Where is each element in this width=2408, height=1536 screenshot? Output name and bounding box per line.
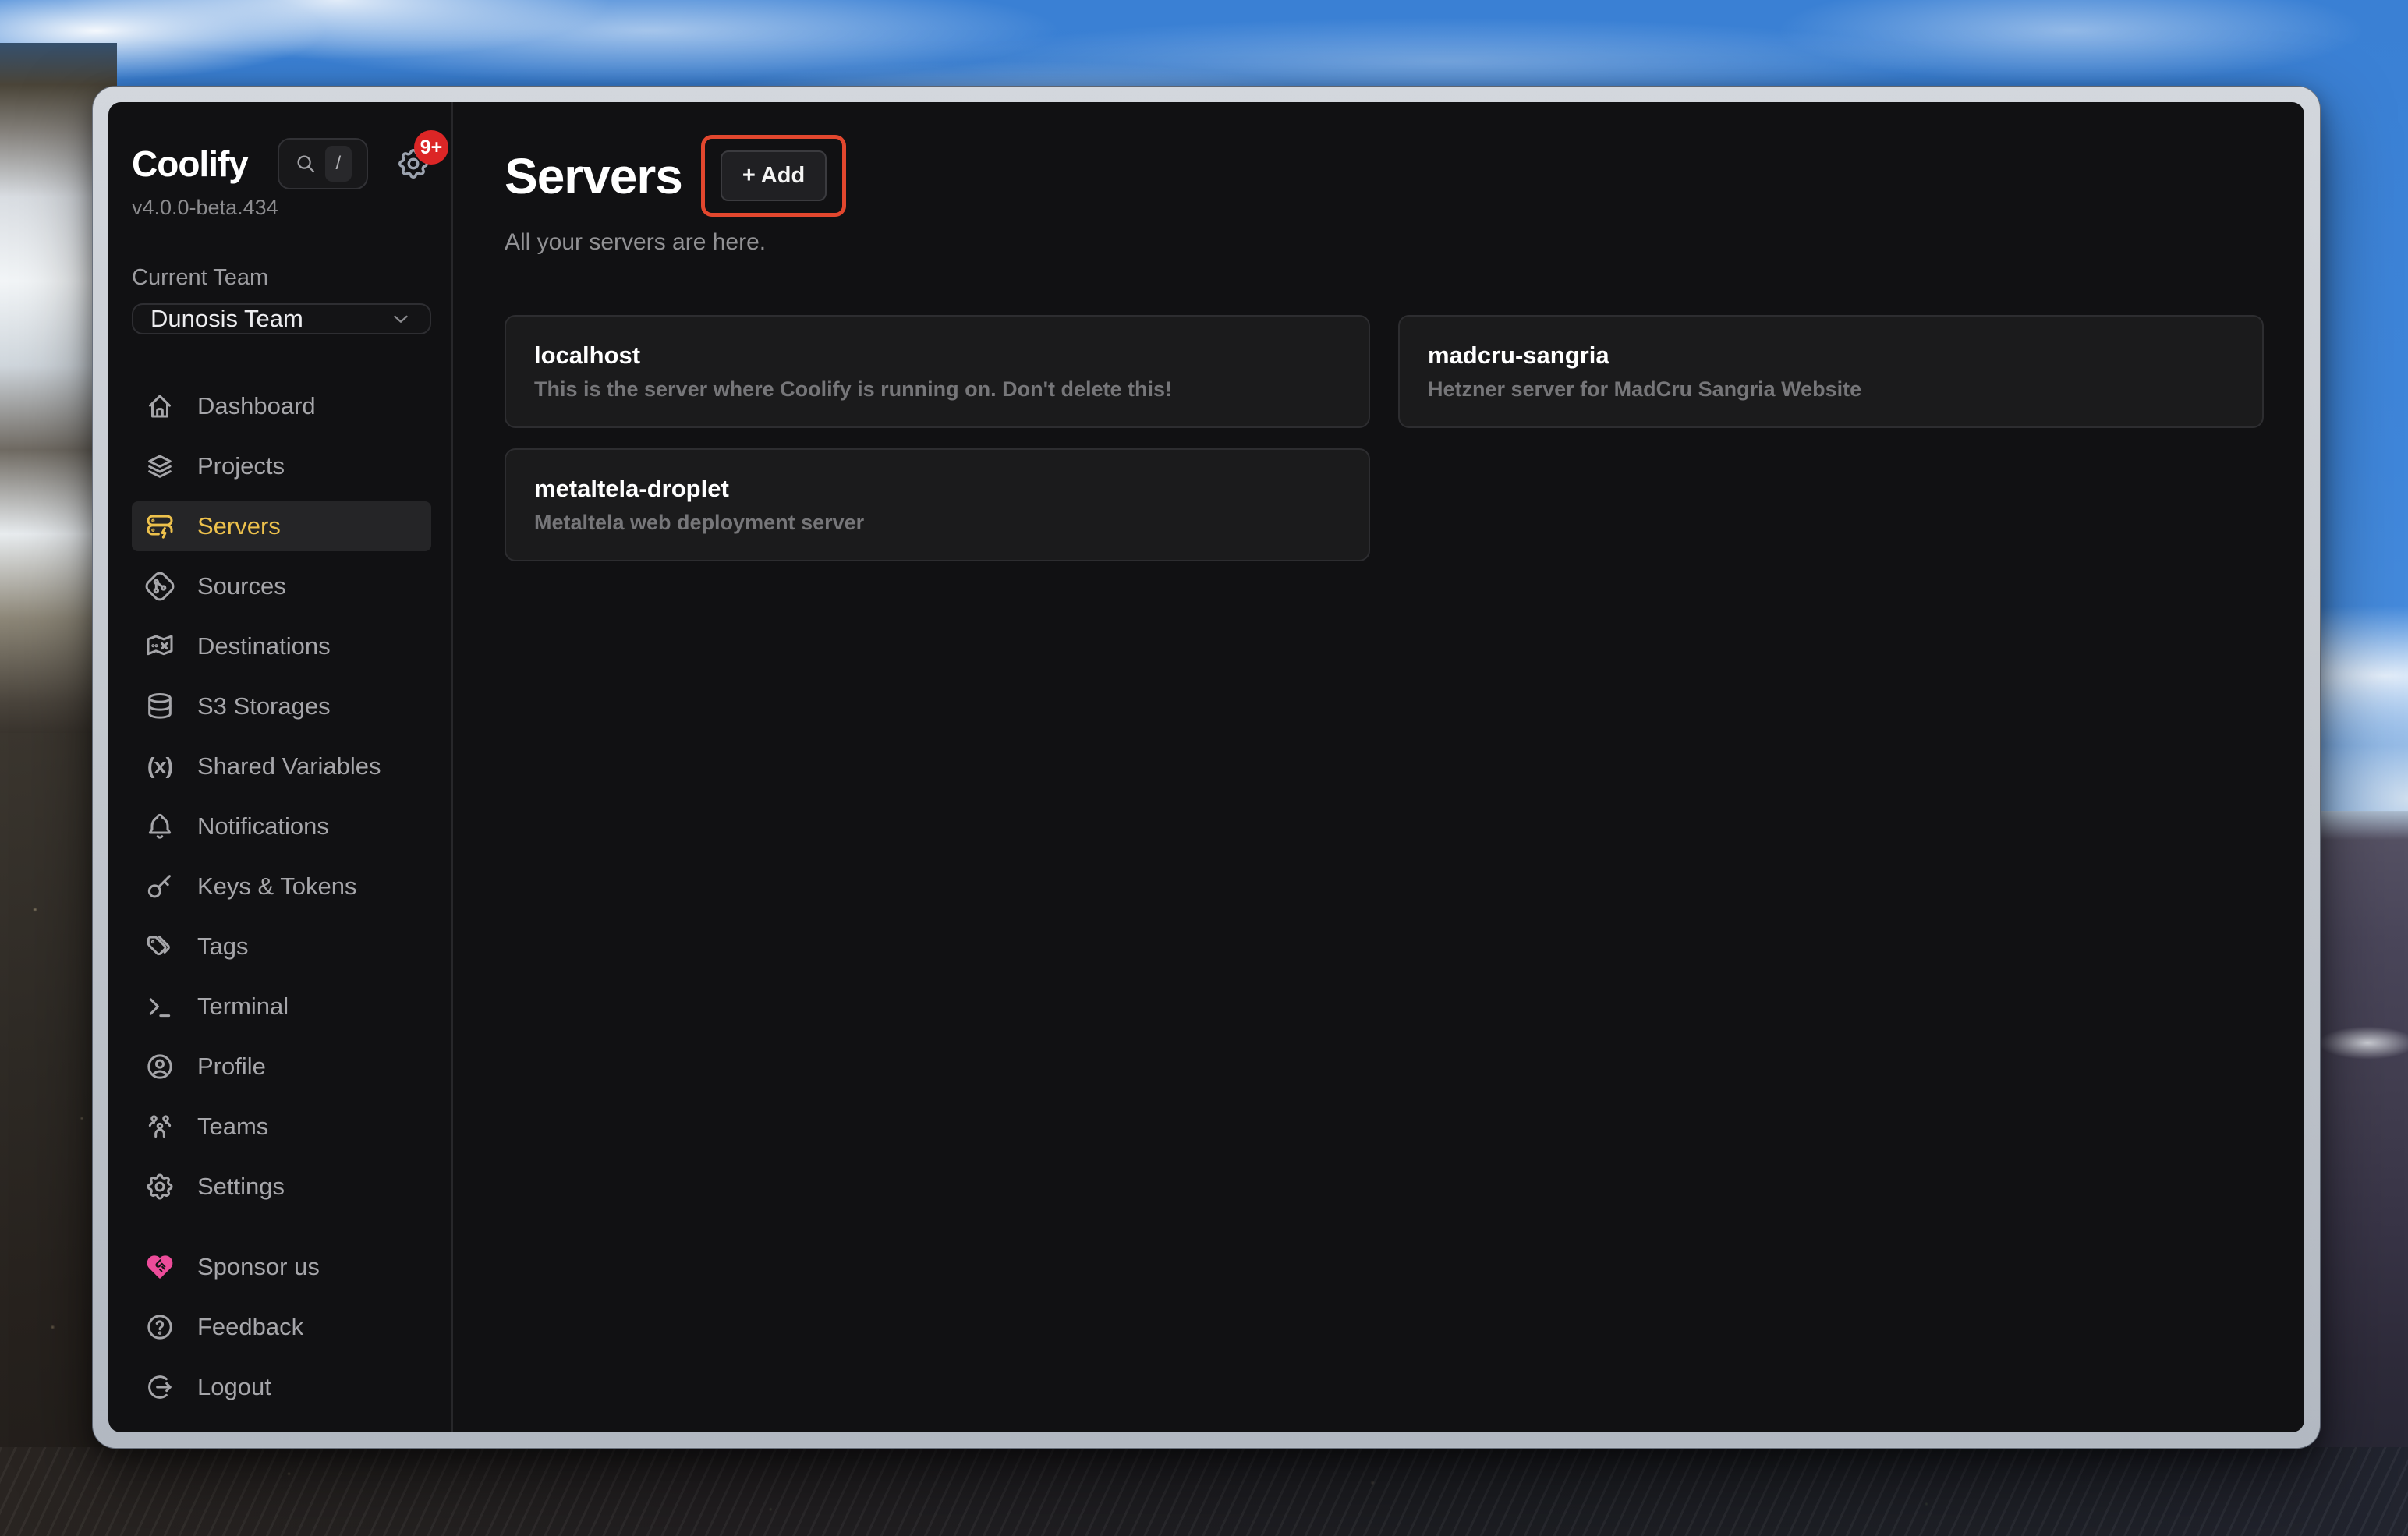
gear-icon [144, 1171, 175, 1202]
main-content: Servers + Add All your servers are here.… [453, 102, 2304, 1432]
sidebar-item-label: Projects [197, 452, 285, 480]
server-card-metaltela-droplet[interactable]: metaltela-droplet Metaltela web deployme… [505, 448, 1370, 561]
sidebar-item-settings[interactable]: Settings [132, 1162, 431, 1212]
help-circle-icon [144, 1311, 175, 1343]
chevron-down-icon [389, 307, 413, 331]
sidebar-item-logout[interactable]: Logout [132, 1362, 431, 1412]
sidebar-item-label: Destinations [197, 632, 331, 660]
sidebar-item-label: Notifications [197, 812, 329, 841]
logout-icon [144, 1371, 175, 1403]
sidebar-item-label: Teams [197, 1113, 268, 1141]
server-name: madcru-sangria [1428, 342, 2234, 370]
sidebar-item-label: Terminal [197, 993, 289, 1021]
server-card-madcru-sangria[interactable]: madcru-sangria Hetzner server for MadCru… [1398, 315, 2264, 428]
map-x-icon [144, 631, 175, 662]
tags-icon [144, 931, 175, 962]
home-icon [144, 391, 175, 422]
coolify-window: Coolify / 9+ v4.0.0-beta.434 Current Tea… [92, 86, 2321, 1449]
server-name: metaltela-droplet [534, 475, 1340, 503]
sidebar-item-label: Feedback [197, 1313, 303, 1341]
git-source-icon [144, 571, 175, 602]
users-group-icon [144, 1111, 175, 1142]
sidebar-item-sponsor-us[interactable]: Sponsor us [132, 1242, 431, 1292]
sidebar-item-sources[interactable]: Sources [132, 561, 431, 611]
sidebar-item-profile[interactable]: Profile [132, 1042, 431, 1092]
version-label: v4.0.0-beta.434 [132, 196, 431, 220]
sidebar-item-shared-variables[interactable]: (x) Shared Variables [132, 741, 431, 791]
sidebar-item-label: Sponsor us [197, 1253, 320, 1281]
page-subtitle: All your servers are here. [505, 229, 2264, 256]
server-name: localhost [534, 342, 1340, 370]
sidebar-item-label: Servers [197, 512, 281, 540]
sidebar-item-notifications[interactable]: Notifications [132, 802, 431, 851]
sidebar-item-teams[interactable]: Teams [132, 1102, 431, 1152]
server-description: This is the server where Coolify is runn… [534, 377, 1340, 402]
sidebar-item-feedback[interactable]: Feedback [132, 1302, 431, 1352]
sidebar-item-label: Profile [197, 1053, 266, 1081]
server-list: localhost This is the server where Cooli… [505, 315, 2264, 561]
notifications-settings-button[interactable]: 9+ [395, 146, 431, 182]
add-server-button[interactable]: + Add [721, 150, 827, 201]
add-button-annotation: + Add [701, 135, 846, 217]
sidebar-item-tags[interactable]: Tags [132, 922, 431, 972]
sidebar-item-label: Settings [197, 1173, 285, 1201]
sidebar-item-label: Tags [197, 933, 248, 961]
bell-icon [144, 811, 175, 842]
sidebar: Coolify / 9+ v4.0.0-beta.434 Current Tea… [108, 102, 453, 1432]
server-bolt-icon [144, 511, 175, 542]
mountain-right [2307, 811, 2408, 1536]
coolify-app: Coolify / 9+ v4.0.0-beta.434 Current Tea… [108, 102, 2304, 1432]
sidebar-item-servers[interactable]: Servers [132, 501, 431, 551]
team-dropdown-value: Dunosis Team [150, 305, 303, 333]
sidebar-item-projects[interactable]: Projects [132, 441, 431, 491]
key-icon [144, 871, 175, 902]
server-card-localhost[interactable]: localhost This is the server where Cooli… [505, 315, 1370, 428]
sidebar-item-label: Sources [197, 572, 286, 600]
variables-icon: (x) [144, 754, 175, 780]
sidebar-header: Coolify / 9+ [132, 138, 431, 189]
layers-icon [144, 451, 175, 482]
user-circle-icon [144, 1051, 175, 1082]
sidebar-footer-nav: Sponsor us Feedback Logout [132, 1242, 431, 1422]
sidebar-item-keys-tokens[interactable]: Keys & Tokens [132, 862, 431, 911]
sidebar-item-label: Dashboard [197, 392, 316, 420]
page-header: Servers + Add [505, 135, 2264, 217]
current-team-label: Current Team [132, 265, 431, 291]
mountain-bottom [0, 1447, 2408, 1536]
heart-handshake-icon [144, 1251, 175, 1283]
search-button[interactable]: / [278, 138, 368, 189]
slash-key-badge: / [325, 146, 352, 182]
sidebar-item-label: Logout [197, 1373, 271, 1401]
sidebar-item-label: Shared Variables [197, 752, 381, 780]
sidebar-item-destinations[interactable]: Destinations [132, 621, 431, 671]
terminal-icon [144, 991, 175, 1022]
sidebar-nav: Dashboard Projects Servers Sources Desti… [132, 381, 431, 1222]
sidebar-item-terminal[interactable]: Terminal [132, 982, 431, 1032]
notification-badge: 9+ [414, 130, 448, 165]
server-description: Metaltela web deployment server [534, 511, 1340, 535]
sidebar-item-label: S3 Storages [197, 692, 331, 720]
sidebar-item-s3-storages[interactable]: S3 Storages [132, 681, 431, 731]
team-dropdown[interactable]: Dunosis Team [132, 303, 431, 334]
sidebar-item-label: Keys & Tokens [197, 872, 356, 901]
database-icon [144, 691, 175, 722]
brand-title: Coolify [132, 143, 248, 185]
server-description: Hetzner server for MadCru Sangria Websit… [1428, 377, 2234, 402]
sidebar-item-dashboard[interactable]: Dashboard [132, 381, 431, 431]
search-icon [294, 152, 317, 175]
page-title: Servers [505, 147, 682, 205]
